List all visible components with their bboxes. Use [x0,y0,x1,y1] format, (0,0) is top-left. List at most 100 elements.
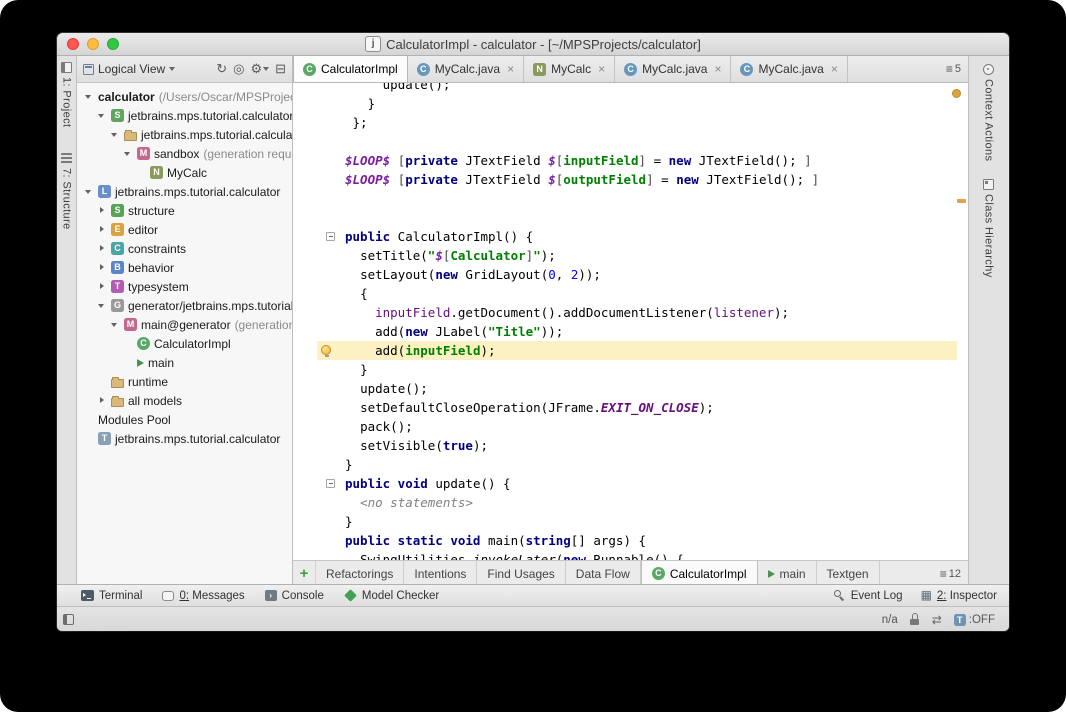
close-icon[interactable]: × [714,63,721,75]
statusbar-model-checker[interactable]: Model Checker [344,590,439,602]
tree-item[interactable]: Cconstraints [77,239,292,258]
tree-item[interactable]: Msandbox (generation required) [77,144,292,163]
arrows-icon[interactable]: ⇄ [932,613,942,627]
code-line[interactable]: <no statements> [293,493,968,512]
lock-icon[interactable] [910,613,920,626]
add-tab-button[interactable]: + [293,561,316,586]
code-line[interactable]: } [293,512,968,531]
bottom-hidden-tabs-control[interactable]: ≡ 12 [933,561,968,586]
tree-item[interactable]: Eeditor [77,220,292,239]
zoom-button[interactable] [107,38,119,50]
code-line[interactable]: public static void main(string[] args) { [293,531,968,550]
bottom-tab-textgen[interactable]: Textgen [817,561,880,586]
bottom-tab-main[interactable]: main [758,561,817,586]
code-line[interactable]: public void update() { [293,474,968,493]
view-selector[interactable]: Logical View [98,62,165,76]
caret-position[interactable]: n/a [882,614,898,626]
tool-button-context-actions[interactable]: Context Actions [983,64,995,161]
tree-item[interactable]: Sjetbrains.mps.tutorial.calculator [77,106,292,125]
bottom-tab-data-flow[interactable]: Data Flow [566,561,641,586]
code-line[interactable]: inputField.getDocument().addDocumentList… [293,303,968,322]
expand-arrow[interactable] [122,148,133,159]
tool-button-structure[interactable]: 7: Structure [61,153,73,230]
statusbar-terminal[interactable]: Terminal [81,590,142,602]
close-icon[interactable]: × [831,63,838,75]
bottom-tab-refactorings[interactable]: Refactorings [316,561,404,586]
code-line[interactable] [293,208,968,227]
code-line[interactable]: } [293,455,968,474]
expand-arrow[interactable] [96,395,107,406]
fold-marker[interactable] [326,479,335,488]
code-line[interactable]: } [293,360,968,379]
editor-tab-mycalc-java[interactable]: CMyCalc.java× [408,56,524,82]
settings-gear-icon[interactable]: ⚙ [248,61,271,77]
tree-item[interactable]: Bbehavior [77,258,292,277]
bottom-tab-find-usages[interactable]: Find Usages [477,561,565,586]
tool-button-project[interactable]: 1: Project [61,62,73,127]
expand-arrow[interactable] [109,319,120,330]
tree-item[interactable]: CCalculatorImpl [77,334,292,353]
code-line[interactable]: } [293,94,968,113]
editor-tab-mycalc[interactable]: NMyCalc× [524,56,615,82]
code-line[interactable]: $LOOP$ [private JTextField $[inputField]… [293,151,968,170]
code-line[interactable] [293,132,968,151]
tree-item[interactable]: main [77,353,292,372]
intention-bulb-icon[interactable] [321,345,331,355]
bottom-tab-intentions[interactable]: Intentions [404,561,477,586]
close-icon[interactable]: × [507,63,514,75]
code-line[interactable]: add(inputField); [293,341,968,360]
code-line[interactable]: setTitle("$[Calculator]"); [293,246,968,265]
tree-item[interactable]: all models [77,391,292,410]
close-button[interactable] [67,38,79,50]
code-line[interactable]: public CalculatorImpl() { [293,227,968,246]
code-line[interactable]: setVisible(true); [293,436,968,455]
inspection-indicator-icon[interactable] [952,89,961,98]
expand-arrow[interactable] [96,110,107,121]
minimize-button[interactable] [87,38,99,50]
tree-item[interactable]: Ttypesystem [77,277,292,296]
code-line[interactable]: add(new JLabel("Title")); [293,322,968,341]
tree-item[interactable]: runtime [77,372,292,391]
code-line[interactable]: SwingUtilities.invokeLater(new Runnable(… [293,550,968,560]
warning-stripe-mark[interactable] [957,199,966,203]
expand-arrow[interactable] [96,205,107,216]
typesystem-toggle[interactable]: T :OFF [954,614,995,626]
statusbar-messages[interactable]: 0: Messages [162,590,244,602]
tree-item[interactable]: Ljetbrains.mps.tutorial.calculator [77,182,292,201]
tree-item[interactable]: Tjetbrains.mps.tutorial.calculator [77,429,292,448]
code-line[interactable] [293,189,968,208]
close-icon[interactable]: × [598,63,605,75]
bottom-tab-calculatorimpl[interactable]: CCalculatorImpl [641,561,758,586]
tree-item[interactable]: Mmain@generator (generation required) [77,315,292,334]
code-line[interactable]: { [293,284,968,303]
statusbar-event-log[interactable]: Event Log [833,589,903,602]
tree-item[interactable]: Ggenerator/jetbrains.mps.tutorial.calcul… [77,296,292,315]
title-bar[interactable]: j CalculatorImpl - calculator - [~/MPSPr… [57,33,1009,56]
expand-arrow[interactable] [83,91,94,102]
expand-arrow[interactable] [83,186,94,197]
locate-icon[interactable]: ◎ [231,61,246,77]
tool-button-class-hierarchy[interactable]: Class Hierarchy [983,179,995,278]
tree-item[interactable]: Sstructure [77,201,292,220]
expand-arrow[interactable] [96,224,107,235]
code-line[interactable]: }; [293,113,968,132]
fold-marker[interactable] [326,232,335,241]
statusbar-console[interactable]: Console [265,590,324,602]
editor[interactable]: update(); } };$LOOP$ [private JTextField… [293,83,968,560]
code-line[interactable]: setDefaultCloseOperation(JFrame.EXIT_ON_… [293,398,968,417]
editor-tab-mycalc-java[interactable]: CMyCalc.java× [615,56,731,82]
tree-item[interactable]: jetbrains.mps.tutorial.calculator [77,125,292,144]
code-line[interactable]: setLayout(new GridLayout(0, 2)); [293,265,968,284]
expand-arrow[interactable] [109,129,120,140]
editor-tab-calculatorimpl[interactable]: CCalculatorImpl [293,56,408,82]
expand-arrow[interactable] [96,243,107,254]
expand-arrow[interactable] [96,281,107,292]
statusbar-inspector[interactable]: 2: Inspector [921,589,997,602]
tree-item[interactable]: Modules Pool [77,410,292,429]
code-line[interactable]: $LOOP$ [private JTextField $[outputField… [293,170,968,189]
tree-item[interactable]: calculator (/Users/Oscar/MPSProjects/cal… [77,87,292,106]
sync-icon[interactable]: ↻ [214,61,229,77]
collapse-all-icon[interactable]: ⊟ [273,61,288,77]
editor-tab-mycalc-java[interactable]: CMyCalc.java× [731,56,847,82]
code-line[interactable]: pack(); [293,417,968,436]
